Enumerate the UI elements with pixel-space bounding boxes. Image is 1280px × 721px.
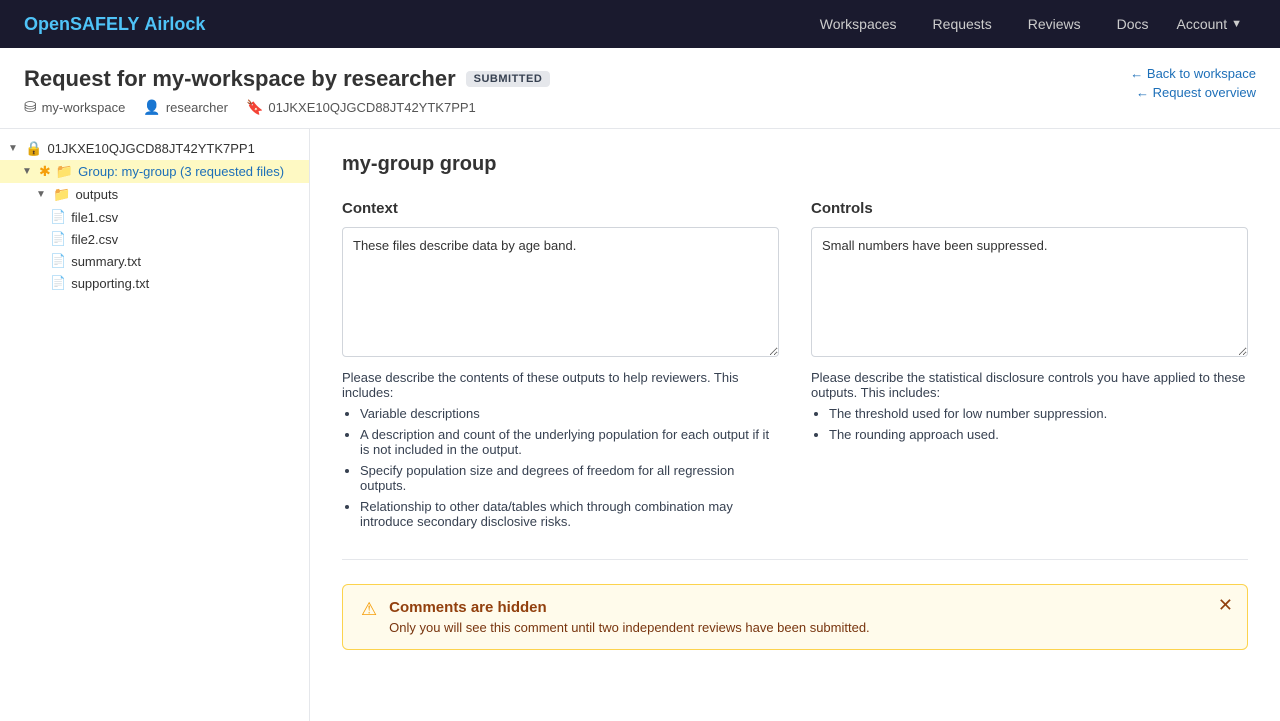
banner-description: Only you will see this comment until two… — [389, 620, 870, 635]
page-title: Request for my-workspace by researcher S… — [24, 66, 550, 92]
file-icon: 📄 — [50, 209, 66, 225]
sidebar: ▼ 🔒 01JKXE10QJGCD88JT42YTK7PP1 ▼ ✱ 📁 Gro… — [0, 129, 310, 721]
file-icon: 📄 — [50, 275, 66, 291]
meta-user: 👤 researcher — [143, 98, 228, 116]
meta-workspace: ⛁ my-workspace — [24, 98, 125, 116]
context-textarea[interactable]: These files describe data by age band. — [342, 227, 779, 357]
list-item: The rounding approach used. — [829, 427, 1248, 442]
list-item: Variable descriptions — [360, 406, 779, 421]
controls-help-text: Please describe the statistical disclosu… — [811, 370, 1248, 400]
user-name: researcher — [166, 100, 228, 115]
chevron-down-icon: ▼ — [36, 189, 48, 200]
warning-icon: ⚠ — [361, 599, 377, 620]
list-item: A description and count of the underlyin… — [360, 427, 779, 457]
context-controls-grid: Context These files describe data by age… — [342, 200, 1248, 535]
workspace-name: my-workspace — [42, 100, 126, 115]
content-area: my-group group Context These files descr… — [310, 129, 1280, 721]
file-icon: 📄 — [50, 253, 66, 269]
page-header: Request for my-workspace by researcher S… — [0, 48, 1280, 129]
folder-icon: 📁 — [53, 186, 70, 203]
request-overview-link[interactable]: ← Request overview — [1130, 85, 1256, 100]
nav-docs[interactable]: Docs — [1103, 8, 1163, 40]
tree-group[interactable]: ▼ ✱ 📁 Group: my-group (3 requested files… — [0, 160, 309, 183]
controls-section: Controls Small numbers have been suppres… — [811, 200, 1248, 535]
outputs-label: outputs — [75, 187, 118, 202]
chevron-down-icon: ▼ — [22, 166, 34, 177]
list-item: The threshold used for low number suppre… — [829, 406, 1248, 421]
tree-root[interactable]: ▼ 🔒 01JKXE10QJGCD88JT42YTK7PP1 — [0, 137, 309, 160]
comments-banner: ⚠ Comments are hidden Only you will see … — [342, 584, 1248, 650]
tree-outputs-folder[interactable]: ▼ 📁 outputs — [0, 183, 309, 206]
group-title: my-group group — [342, 153, 1248, 176]
list-item: Relationship to other data/tables which … — [360, 499, 779, 529]
main-layout: ▼ 🔒 01JKXE10QJGCD88JT42YTK7PP1 ▼ ✱ 📁 Gro… — [0, 129, 1280, 721]
controls-textarea[interactable]: Small numbers have been suppressed. — [811, 227, 1248, 357]
user-icon: 👤 — [143, 99, 160, 116]
lock-icon: 🔒 — [25, 140, 42, 157]
file-name: file2.csv — [71, 232, 118, 247]
meta-id: 🔖 01JKXE10QJGCD88JT42YTK7PP1 — [246, 98, 476, 116]
back-to-workspace-link[interactable]: ← Back to workspace — [1130, 66, 1256, 81]
list-item: Specify population size and degrees of f… — [360, 463, 779, 493]
group-icon: ✱ — [39, 163, 51, 180]
group-label: Group: my-group (3 requested files) — [78, 164, 284, 179]
app-logo[interactable]: OpenSAFELY Airlock — [24, 14, 205, 35]
list-item[interactable]: 📄 file2.csv — [0, 228, 309, 250]
controls-heading: Controls — [811, 200, 1248, 217]
context-help-text: Please describe the contents of these ou… — [342, 370, 779, 400]
id-icon: 🔖 — [246, 99, 263, 116]
folder-icon: 📁 — [56, 163, 73, 180]
logo-airlock: Airlock — [144, 14, 205, 34]
page-meta: ⛁ my-workspace 👤 researcher 🔖 01JKXE10QJ… — [24, 98, 550, 116]
nav-reviews[interactable]: Reviews — [1014, 8, 1095, 40]
file-name: supporting.txt — [71, 276, 149, 291]
account-menu[interactable]: Account ▼ — [1163, 8, 1256, 40]
context-heading: Context — [342, 200, 779, 217]
chevron-down-icon: ▼ — [1231, 18, 1242, 30]
context-bullets: Variable descriptions A description and … — [360, 406, 779, 529]
list-item[interactable]: 📄 supporting.txt — [0, 272, 309, 294]
section-divider — [342, 559, 1248, 560]
top-nav: OpenSAFELY Airlock Workspaces Requests R… — [0, 0, 1280, 48]
request-id: 01JKXE10QJGCD88JT42YTK7PP1 — [268, 100, 475, 115]
nav-requests[interactable]: Requests — [919, 8, 1006, 40]
close-button[interactable]: ✕ — [1218, 595, 1233, 616]
header-right: ← Back to workspace ← Request overview — [1130, 66, 1256, 100]
context-section: Context These files describe data by age… — [342, 200, 779, 535]
workspace-icon: ⛁ — [24, 98, 37, 116]
list-item[interactable]: 📄 file1.csv — [0, 206, 309, 228]
nav-workspaces[interactable]: Workspaces — [806, 8, 911, 40]
controls-bullets: The threshold used for low number suppre… — [829, 406, 1248, 442]
root-id-label: 01JKXE10QJGCD88JT42YTK7PP1 — [47, 141, 254, 156]
header-left: Request for my-workspace by researcher S… — [24, 66, 550, 116]
nav-links: Workspaces Requests Reviews Docs — [806, 8, 1163, 40]
banner-text: Comments are hidden Only you will see th… — [389, 599, 870, 635]
banner-title: Comments are hidden — [389, 599, 870, 616]
file-name: summary.txt — [71, 254, 141, 269]
account-label: Account — [1177, 16, 1228, 32]
list-item[interactable]: 📄 summary.txt — [0, 250, 309, 272]
file-name: file1.csv — [71, 210, 118, 225]
status-badge: SUBMITTED — [466, 71, 551, 87]
logo-opensafely: OpenSAFELY — [24, 14, 139, 34]
chevron-down-icon: ▼ — [8, 143, 20, 154]
file-icon: 📄 — [50, 231, 66, 247]
